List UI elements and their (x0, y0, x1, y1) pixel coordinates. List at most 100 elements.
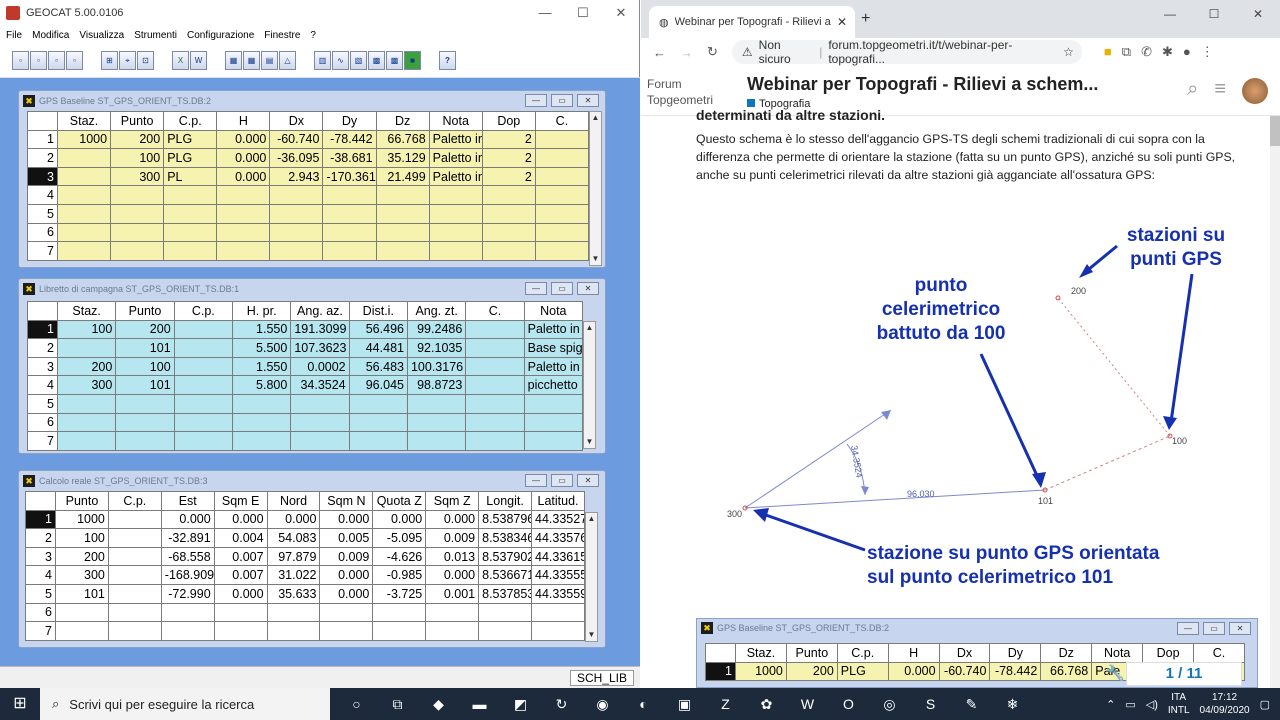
word-icon[interactable]: W (787, 688, 828, 720)
wrench-icon[interactable]: 🔧 (1106, 664, 1125, 682)
column-header[interactable]: Sqm N (319, 491, 374, 511)
table-cell[interactable]: Paletto in legno (428, 166, 483, 187)
table-cell[interactable]: PLG (836, 661, 889, 682)
open-doc-icon[interactable]: ▫ (30, 51, 47, 70)
minimize-button[interactable]: — (525, 474, 547, 487)
table-cell[interactable]: 8.536671 (478, 565, 533, 585)
table-cell[interactable]: 100 (55, 528, 109, 548)
table-cell[interactable] (322, 222, 377, 243)
table-cell[interactable]: PLG (163, 129, 218, 150)
table-icon[interactable]: ▦ (225, 51, 242, 70)
table-cell[interactable]: 35.129 (375, 148, 430, 168)
table-cell[interactable]: 101 (55, 583, 109, 604)
table-cell[interactable] (481, 185, 536, 205)
column-header[interactable]: Dy (322, 111, 377, 131)
table-cell[interactable]: PLG (163, 148, 218, 168)
table-cell[interactable] (107, 583, 162, 604)
app-icon[interactable]: ◐ (623, 688, 664, 720)
column-header[interactable]: Dz (1040, 643, 1093, 663)
page-counter[interactable]: 1 / 11 (1126, 662, 1242, 686)
table-cell[interactable]: 56.496 (348, 319, 408, 340)
layers-icon[interactable]: ▤ (261, 51, 278, 70)
column-header[interactable]: C. (1193, 643, 1245, 663)
column-header[interactable]: C. (465, 301, 525, 321)
column-header[interactable]: Sqm E (213, 491, 268, 511)
table-cell[interactable]: 96.045 (348, 375, 408, 395)
menu-finestre[interactable]: Finestre (264, 30, 300, 41)
table-cell[interactable]: 0.000 (372, 509, 427, 530)
app-icon[interactable]: ▣ (664, 688, 705, 720)
vertical-scrollbar[interactable]: ▲ ▼ (583, 321, 596, 449)
column-header[interactable]: Staz. (56, 301, 117, 321)
table-cell[interactable] (231, 431, 292, 451)
table-row[interactable]: 1 100 200 1.550 191.3099 56.496 99.2486 Paletto… (27, 319, 584, 340)
table-cell[interactable]: 191.3099 (290, 319, 350, 340)
column-header[interactable]: Dy (989, 643, 1042, 663)
table-cell[interactable] (523, 431, 584, 451)
minimize-button[interactable]: — (1148, 0, 1192, 28)
table-cell[interactable]: 0.0002 (290, 356, 350, 377)
puzzle-icon[interactable]: ✱ (1162, 44, 1173, 60)
app-icon[interactable]: ❄ (992, 688, 1033, 720)
table-cell[interactable]: 31.022 (266, 565, 321, 585)
table-cell[interactable]: 101 (115, 375, 175, 395)
table-cell[interactable]: 92.1035 (406, 338, 467, 358)
table-cell[interactable]: 44.335553 (531, 565, 585, 585)
table-cell[interactable] (465, 375, 525, 395)
table-cell[interactable]: 0.000 (887, 661, 940, 682)
row-number[interactable]: 5 (25, 583, 56, 604)
table-cell[interactable] (478, 602, 533, 623)
table-cell[interactable] (372, 602, 427, 623)
row-number[interactable]: 6 (27, 412, 58, 433)
table-cell[interactable] (534, 241, 590, 261)
table-cell[interactable]: 44.481 (348, 338, 408, 358)
row-number[interactable]: 1 (705, 661, 736, 682)
table-cell[interactable] (406, 412, 467, 433)
table-row[interactable]: 6 (27, 412, 584, 433)
table-cell[interactable]: 300 (55, 565, 109, 585)
table-cell[interactable] (534, 203, 590, 224)
column-header[interactable]: Longit. (478, 491, 533, 511)
table-cell[interactable] (319, 602, 374, 623)
table-cell[interactable] (266, 621, 321, 641)
table-row[interactable]: 5 101 -72.990 0.000 35.633 0.000 -3.725 0.001 8.… (25, 583, 585, 604)
table-cell[interactable] (107, 528, 162, 548)
table-cell[interactable]: 0.000 (216, 148, 271, 168)
table-cell[interactable] (55, 602, 109, 623)
table-cell[interactable]: 0.007 (213, 565, 268, 585)
table-cell[interactable] (213, 621, 268, 641)
table-row[interactable]: 4 300 101 5.800 34.3524 96.045 98.8723 picchett… (27, 375, 584, 395)
table-cell[interactable]: 107.3623 (290, 338, 350, 358)
table-cell[interactable] (56, 166, 112, 187)
table-cell[interactable] (269, 241, 324, 261)
table-cell[interactable]: 0.009 (319, 546, 374, 567)
table-cell[interactable] (56, 393, 117, 414)
table-cell[interactable] (173, 375, 233, 395)
column-header[interactable]: Dx (938, 643, 991, 663)
table-cell[interactable]: 101 (115, 338, 175, 358)
table-row[interactable]: 4 300 -168.909 0.007 31.022 0.000 -0.985 0.000 8… (25, 565, 585, 585)
table-row[interactable]: 4 (27, 185, 590, 205)
close-button[interactable]: ✕ (577, 282, 599, 295)
sync-icon[interactable]: ↻ (541, 688, 582, 720)
table-cell[interactable]: -36.095 (269, 148, 324, 168)
menu-strumenti[interactable]: Strumenti (134, 30, 177, 41)
minimize-button[interactable]: — (525, 282, 547, 295)
table-cell[interactable] (107, 621, 162, 641)
table-cell[interactable] (231, 393, 292, 414)
table-cell[interactable]: 0.001 (425, 583, 480, 604)
table-cell[interactable] (56, 241, 112, 261)
table-cell[interactable]: 1.550 (231, 356, 292, 377)
table-cell[interactable] (428, 222, 483, 243)
row-number[interactable]: 1 (25, 509, 56, 530)
table-cell[interactable]: 99.2486 (406, 319, 467, 340)
table-cell[interactable] (534, 185, 590, 205)
table-cell[interactable] (465, 393, 525, 414)
table-cell[interactable] (110, 185, 165, 205)
column-header[interactable] (27, 111, 58, 131)
table-cell[interactable]: 200 (55, 546, 109, 567)
chrome-icon[interactable]: ◎ (869, 688, 910, 720)
row-number[interactable]: 5 (27, 203, 58, 224)
table-cell[interactable] (465, 319, 525, 340)
table-cell[interactable] (428, 241, 483, 261)
